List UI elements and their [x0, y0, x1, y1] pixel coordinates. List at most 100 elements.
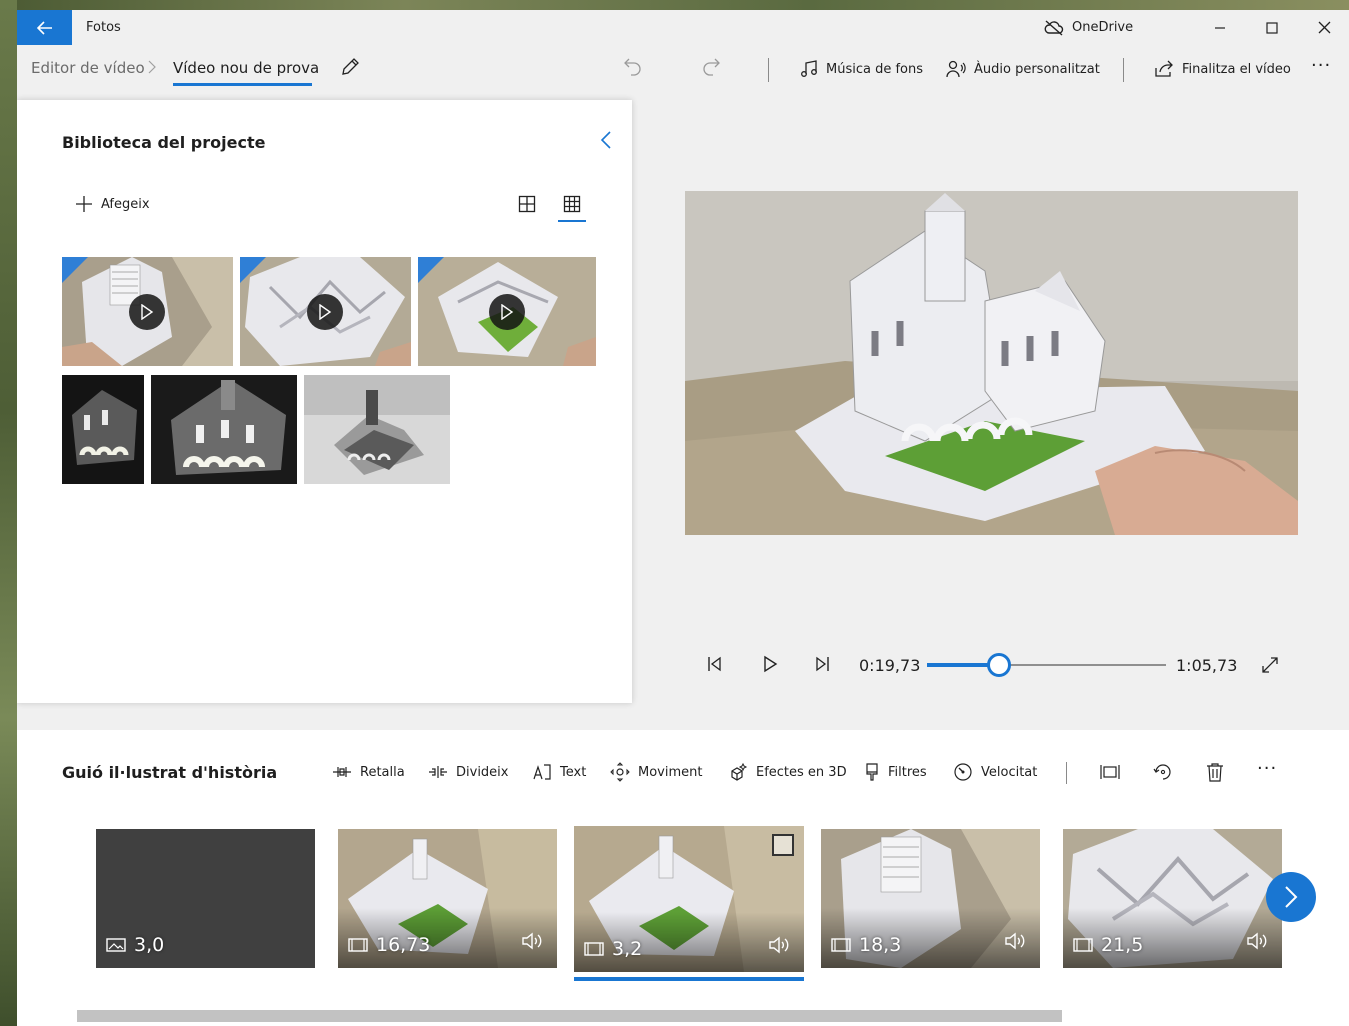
library-title: Biblioteca del projecte [62, 133, 266, 152]
library-item-image[interactable] [151, 375, 297, 484]
storyboard-clip[interactable]: 3,0 [96, 829, 315, 968]
play-icon [129, 294, 165, 330]
clip-volume-button[interactable] [1004, 932, 1028, 954]
trim-label: Retalla [360, 764, 405, 780]
clip-volume-button[interactable] [521, 932, 545, 954]
grid-small-icon [563, 195, 581, 213]
chevron-right-icon [1285, 886, 1298, 908]
3d-effects-label: Efectes en 3D [756, 764, 847, 780]
previous-frame-button[interactable] [706, 655, 722, 677]
back-button[interactable] [17, 10, 72, 45]
trash-icon [1207, 763, 1223, 782]
text-label: Text [560, 764, 587, 780]
background-music-button[interactable]: Música de fons [800, 55, 923, 83]
current-time: 0:19,73 [859, 656, 921, 675]
undo-icon [624, 58, 641, 76]
speed-label: Velocitat [981, 764, 1038, 780]
storyboard-more-button[interactable]: ··· [1257, 758, 1277, 779]
play-icon [764, 655, 778, 673]
cloud-off-icon [1044, 19, 1064, 36]
clip-duration: 3,0 [106, 934, 164, 956]
split-button[interactable]: Divideix [428, 760, 508, 784]
more-options-button[interactable]: ··· [1311, 55, 1331, 76]
title-bar: Fotos [17, 10, 1349, 45]
background-music-label: Música de fons [826, 61, 924, 77]
toolbar-separator [1123, 58, 1124, 82]
step-forward-icon [816, 656, 829, 672]
motion-label: Moviment [638, 764, 703, 780]
delete-button[interactable] [1206, 762, 1224, 786]
photos-app-window: Fotos OneDrive Editor de vídeo Vídeo nou… [17, 10, 1349, 1026]
rename-project-button[interactable] [340, 57, 360, 81]
storyboard-clip[interactable]: 18,3 [821, 829, 1040, 968]
image-clip-icon [106, 938, 126, 952]
active-view-indicator [558, 220, 586, 222]
desktop-background-top [0, 0, 1349, 10]
in-use-marker [240, 257, 266, 283]
library-item-video[interactable] [418, 257, 596, 366]
app-title: Fotos [86, 20, 121, 35]
fullscreen-button[interactable] [1261, 656, 1279, 678]
library-item-image[interactable] [62, 375, 144, 484]
clip-duration: 3,2 [584, 938, 642, 960]
undo-button[interactable] [623, 56, 643, 80]
clip-volume-button[interactable] [1246, 932, 1270, 954]
onedrive-label: OneDrive [1072, 20, 1134, 35]
redo-icon [703, 58, 720, 76]
3d-effects-icon [731, 762, 748, 781]
video-preview[interactable] [685, 191, 1298, 535]
storyboard-scrollbar-thumb[interactable] [77, 1010, 1062, 1022]
motion-button[interactable]: Moviment [610, 760, 702, 784]
storyboard-clip[interactable]: 16,73 [338, 829, 557, 968]
library-item-video[interactable] [62, 257, 233, 366]
pencil-icon [342, 58, 359, 75]
volume-icon [522, 932, 542, 950]
onedrive-status[interactable]: OneDrive [1044, 10, 1133, 45]
breadcrumb-project-name[interactable]: Vídeo nou de prova [173, 59, 319, 77]
clip-volume-button[interactable] [768, 936, 792, 958]
add-media-button[interactable]: Afegeix [75, 195, 150, 213]
volume-icon [1247, 932, 1267, 950]
storyboard-clip-selected[interactable]: 3,2 [574, 826, 804, 972]
video-clip-icon [831, 938, 851, 952]
storyboard-scroll-next-button[interactable] [1266, 872, 1316, 922]
custom-audio-label: Àudio personalitzat [974, 61, 1100, 77]
filters-button[interactable]: Filtres [864, 760, 927, 784]
minimize-button[interactable] [1194, 10, 1246, 45]
large-grid-view-button[interactable] [518, 195, 536, 217]
text-button[interactable]: Text [532, 760, 586, 784]
storyboard-clip[interactable]: 21,5 [1063, 829, 1282, 968]
in-use-marker [418, 257, 444, 283]
collapse-library-button[interactable] [600, 130, 612, 154]
play-button[interactable] [762, 655, 778, 677]
image-thumbnail [151, 375, 297, 484]
close-button[interactable] [1298, 10, 1349, 45]
breadcrumb-video-editor[interactable]: Editor de vídeo [31, 59, 145, 77]
rotate-icon [1153, 764, 1171, 780]
next-frame-button[interactable] [815, 655, 831, 677]
speedometer-icon [954, 763, 972, 781]
library-item-image[interactable] [304, 375, 450, 484]
3d-effects-button[interactable]: Efectes en 3D [728, 760, 847, 784]
video-clip-icon [1073, 938, 1093, 952]
play-icon [307, 294, 343, 330]
resize-button[interactable] [1100, 762, 1120, 786]
clip-select-checkbox[interactable] [772, 834, 794, 856]
finish-video-button[interactable]: Finalitza el vídeo [1154, 55, 1291, 83]
music-note-icon [801, 60, 817, 77]
trim-button[interactable]: Retalla [332, 760, 405, 784]
speed-button[interactable]: Velocitat [953, 760, 1037, 784]
grid-large-icon [518, 195, 536, 213]
library-item-video[interactable] [240, 257, 411, 366]
small-grid-view-button[interactable] [563, 195, 581, 217]
command-bar: Editor de vídeo Vídeo nou de prova Músic… [17, 45, 1349, 95]
seek-slider-thumb[interactable] [986, 653, 1011, 677]
redo-button[interactable] [701, 56, 721, 80]
image-thumbnail [62, 375, 144, 484]
finish-video-label: Finalitza el vídeo [1182, 61, 1291, 77]
toolbar-separator [768, 58, 769, 82]
custom-audio-button[interactable]: Àudio personalitzat [946, 55, 1100, 83]
rotate-button[interactable] [1153, 762, 1173, 786]
filters-label: Filtres [888, 764, 927, 780]
maximize-button[interactable] [1246, 10, 1298, 45]
